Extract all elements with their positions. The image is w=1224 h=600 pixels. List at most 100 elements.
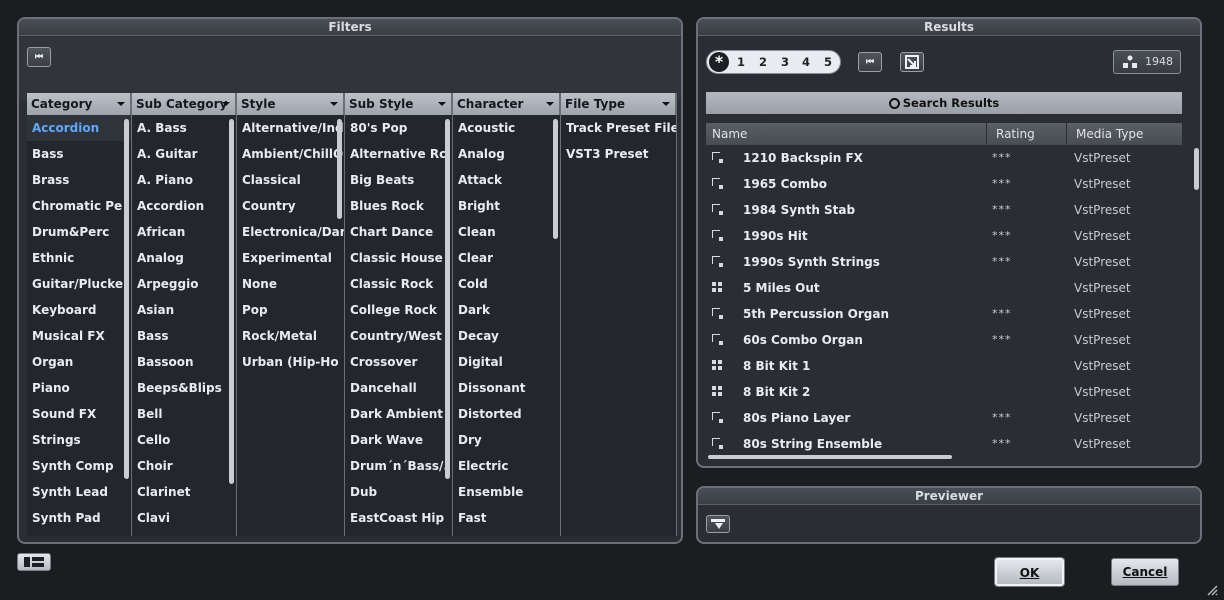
- results-vscrollbar[interactable]: [1194, 148, 1199, 190]
- filter-item[interactable]: Classic Rock: [345, 271, 452, 297]
- filter-item[interactable]: Electric: [453, 453, 560, 479]
- filter-item[interactable]: EastCoast Hip: [345, 505, 452, 531]
- filter-item[interactable]: Organ: [27, 349, 131, 375]
- filter-item[interactable]: Blues Rock: [345, 193, 452, 219]
- result-row[interactable]: 1965 Combo *** VstPreset: [706, 171, 1182, 197]
- filter-item[interactable]: Acoustic: [453, 115, 560, 141]
- filter-scrollbar[interactable]: [445, 119, 450, 479]
- cancel-button[interactable]: Cancel: [1111, 558, 1179, 586]
- result-row[interactable]: 1984 Synth Stab *** VstPreset: [706, 197, 1182, 223]
- results-hscrollbar[interactable]: [708, 455, 952, 459]
- filter-item[interactable]: Pop: [237, 297, 344, 323]
- filter-item[interactable]: Big Beats: [345, 167, 452, 193]
- filter-item[interactable]: Analog: [132, 245, 236, 271]
- filter-item[interactable]: Brass: [27, 167, 131, 193]
- filter-item[interactable]: A. Piano: [132, 167, 236, 193]
- filter-item[interactable]: College Rock: [345, 297, 452, 323]
- filter-item[interactable]: Crossover: [345, 349, 452, 375]
- filter-scrollbar[interactable]: [124, 119, 129, 479]
- filter-item[interactable]: Fast: [453, 505, 560, 531]
- filter-item[interactable]: Alternative Rc: [345, 141, 452, 167]
- filter-item[interactable]: 80's Pop: [345, 115, 452, 141]
- filter-item[interactable]: Clavi: [132, 505, 236, 531]
- column-media-type[interactable]: Media Type: [1076, 123, 1143, 145]
- filter-item[interactable]: Bass: [27, 141, 131, 167]
- filter-item[interactable]: Ensemble: [453, 479, 560, 505]
- result-row[interactable]: 60s Combo Organ *** VstPreset: [706, 327, 1182, 353]
- filter-item[interactable]: Bell: [132, 401, 236, 427]
- filter-item[interactable]: Choir: [132, 453, 236, 479]
- filter-item[interactable]: Synth Lead: [27, 479, 131, 505]
- filter-item[interactable]: Experimental: [237, 245, 344, 271]
- column-rating[interactable]: Rating: [996, 123, 1035, 145]
- filter-item[interactable]: Accordion: [132, 193, 236, 219]
- filter-item[interactable]: Track Preset File: [561, 115, 676, 141]
- filter-scrollbar[interactable]: [553, 119, 558, 239]
- filter-item[interactable]: Bass: [132, 323, 236, 349]
- filter-item[interactable]: Sound FX: [27, 401, 131, 427]
- result-row[interactable]: 80s String Ensemble *** VstPreset: [706, 431, 1182, 451]
- sync-button[interactable]: [900, 52, 924, 72]
- filter-item[interactable]: Urban (Hip-Ho: [237, 349, 344, 375]
- filter-item[interactable]: Chart Dance: [345, 219, 452, 245]
- filter-item[interactable]: A. Guitar: [132, 141, 236, 167]
- column-name[interactable]: Name: [712, 123, 747, 145]
- result-row[interactable]: 8 Bit Kit 2 VstPreset: [706, 379, 1182, 405]
- result-row[interactable]: 1990s Hit *** VstPreset: [706, 223, 1182, 249]
- filter-item[interactable]: Strings: [27, 427, 131, 453]
- result-row[interactable]: 5th Percussion Organ *** VstPreset: [706, 301, 1182, 327]
- filter-item[interactable]: Dark Wave: [345, 427, 452, 453]
- filter-item[interactable]: Cello: [132, 427, 236, 453]
- filter-item[interactable]: Distorted: [453, 401, 560, 427]
- page-4-button[interactable]: 4: [802, 51, 810, 73]
- filter-item[interactable]: Dark: [453, 297, 560, 323]
- filter-item[interactable]: Keyboard: [27, 297, 131, 323]
- filter-item[interactable]: Arpeggio: [132, 271, 236, 297]
- filter-item[interactable]: Ethnic: [27, 245, 131, 271]
- previewer-toggle-button[interactable]: [706, 515, 730, 533]
- filter-item[interactable]: Piano: [27, 375, 131, 401]
- filter-item[interactable]: Beeps&Blips: [132, 375, 236, 401]
- result-row[interactable]: 8 Bit Kit 1 VstPreset: [706, 353, 1182, 379]
- filter-item[interactable]: Synth Comp: [27, 453, 131, 479]
- filter-item[interactable]: Clarinet: [132, 479, 236, 505]
- filter-column-header[interactable]: Category: [27, 93, 131, 115]
- page-2-button[interactable]: 2: [759, 51, 767, 73]
- filter-item[interactable]: Classical: [237, 167, 344, 193]
- filter-item[interactable]: Electronica/Dar: [237, 219, 344, 245]
- filter-column-header[interactable]: Style: [237, 93, 344, 115]
- page-3-button[interactable]: 3: [781, 51, 789, 73]
- filter-item[interactable]: None: [237, 271, 344, 297]
- filter-item[interactable]: Classic House: [345, 245, 452, 271]
- filter-item[interactable]: Alternative/Ind: [237, 115, 344, 141]
- filter-item[interactable]: VST3 Preset: [561, 141, 676, 167]
- filter-item[interactable]: Accordion: [27, 115, 131, 141]
- filter-item[interactable]: Chromatic Pe: [27, 193, 131, 219]
- filter-item[interactable]: Musical FX: [27, 323, 131, 349]
- filter-column-header[interactable]: Sub Category: [132, 93, 236, 115]
- filter-column-header[interactable]: Character: [453, 93, 560, 115]
- filter-item[interactable]: Cold: [453, 271, 560, 297]
- layout-toggle-button[interactable]: [17, 553, 51, 571]
- filter-item[interactable]: Dry: [453, 427, 560, 453]
- result-row[interactable]: 5 Miles Out VstPreset: [706, 275, 1182, 301]
- filter-item[interactable]: Bassoon: [132, 349, 236, 375]
- filter-scrollbar[interactable]: [229, 119, 234, 484]
- ok-button[interactable]: OK: [995, 558, 1064, 586]
- filter-item[interactable]: Dub: [345, 479, 452, 505]
- filter-item[interactable]: Country: [237, 193, 344, 219]
- filter-item[interactable]: Attack: [453, 167, 560, 193]
- filter-item[interactable]: Asian: [132, 297, 236, 323]
- filter-item[interactable]: Dissonant: [453, 375, 560, 401]
- result-row[interactable]: 1990s Synth Strings *** VstPreset: [706, 249, 1182, 275]
- filter-item[interactable]: Ambient/ChillO: [237, 141, 344, 167]
- filter-item[interactable]: Drum&Perc: [27, 219, 131, 245]
- filter-item[interactable]: Drum´n´Bass/.: [345, 453, 452, 479]
- result-row[interactable]: 80s Piano Layer *** VstPreset: [706, 405, 1182, 431]
- filter-column-header[interactable]: File Type: [561, 93, 676, 115]
- result-row[interactable]: 1210 Backspin FX *** VstPreset: [706, 145, 1182, 171]
- filter-item[interactable]: A. Bass: [132, 115, 236, 141]
- filter-item[interactable]: Clear: [453, 245, 560, 271]
- filter-scrollbar[interactable]: [337, 119, 342, 219]
- filter-item[interactable]: Dancehall: [345, 375, 452, 401]
